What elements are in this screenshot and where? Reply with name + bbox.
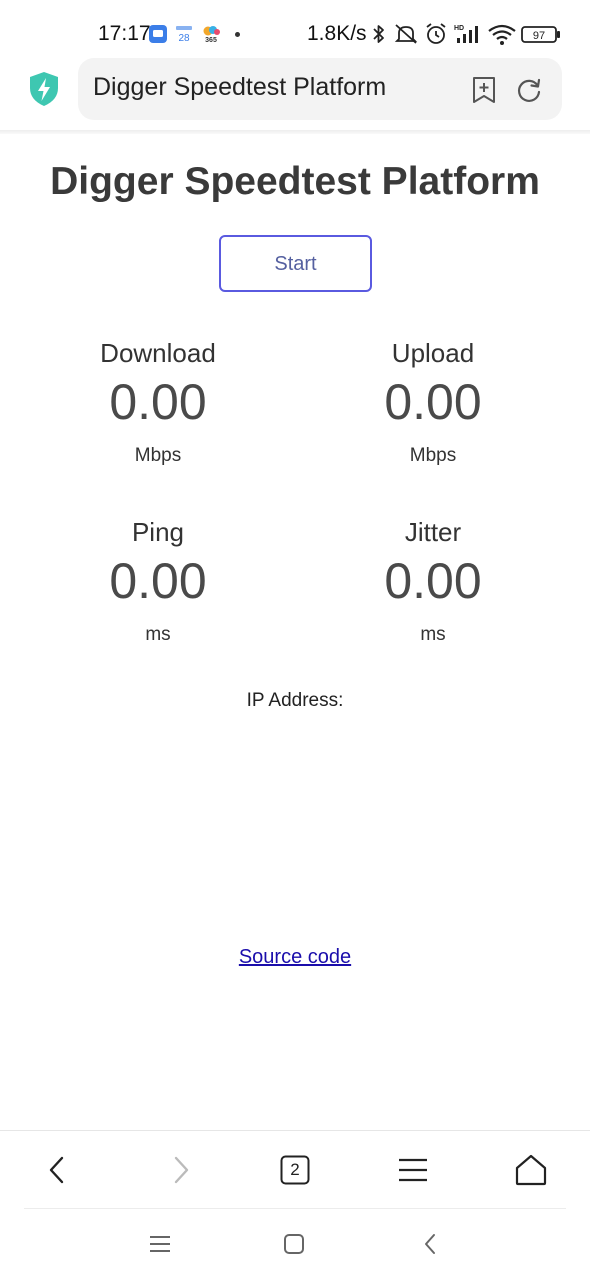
bookmark-add-icon[interactable] [471, 76, 497, 104]
status-time: 17:17 [98, 22, 151, 45]
jitter-value: 0.00 [384, 553, 482, 609]
network-speed: 1.8K/s [307, 22, 367, 45]
shield-bolt-icon[interactable] [28, 71, 60, 107]
system-back-button[interactable] [412, 1228, 448, 1260]
ping-value: 0.00 [109, 553, 207, 609]
menu-button[interactable] [388, 1145, 438, 1195]
browser-window: 17:17 28 365 1.8K/s HD 97 Digger Speedte… [0, 0, 590, 1280]
jitter-unit: ms [420, 624, 446, 645]
jitter-metric: Jitter 0.00 ms [313, 516, 553, 646]
svg-text:HD: HD [454, 25, 464, 32]
jitter-label: Jitter [404, 517, 462, 547]
reload-icon[interactable] [515, 76, 543, 104]
battery-level: 97 [533, 30, 545, 42]
back-button[interactable] [33, 1145, 83, 1195]
signal-icon: HD [454, 25, 478, 43]
ping-label: Ping [131, 517, 185, 547]
tabs-count: 2 [290, 1160, 300, 1179]
weather-icon: 365 [203, 26, 220, 44]
source-code-container: Source code [0, 946, 590, 969]
alarm-icon [426, 23, 446, 44]
upload-value: 0.00 [384, 374, 482, 430]
calendar-icon: 28 [176, 26, 192, 44]
download-metric: Download 0.00 Mbps [38, 337, 278, 467]
download-unit: Mbps [134, 445, 182, 466]
back-icon [49, 1156, 64, 1184]
bluetooth-icon [373, 25, 384, 43]
page-title: Digger Speedtest Platform [50, 160, 540, 203]
system-nav-divider [24, 1208, 566, 1209]
source-code-link[interactable]: Source code [239, 946, 351, 968]
ping-metric: Ping 0.00 ms [38, 516, 278, 646]
header-divider [0, 130, 590, 134]
home-icon [284, 1234, 304, 1254]
back-icon [425, 1234, 435, 1254]
battery-icon: 97 [521, 26, 560, 43]
wifi-icon [488, 24, 516, 45]
forward-icon [174, 1156, 189, 1184]
menu-icon [399, 1158, 427, 1182]
upload-unit: Mbps [409, 445, 457, 466]
recent-apps-icon [150, 1236, 170, 1252]
status-bar: 17:17 28 365 1.8K/s HD 97 [0, 0, 590, 60]
tabs-icon: 2 [280, 1155, 310, 1185]
start-button[interactable]: Start [219, 235, 372, 292]
mute-icon [394, 24, 418, 44]
address-bar: Digger Speedtest Platform [0, 56, 590, 128]
app-badge-text: 365 [205, 37, 217, 44]
ping-unit: ms [145, 624, 171, 645]
notification-dot [235, 32, 240, 37]
url-text[interactable]: Digger Speedtest Platform [93, 73, 386, 102]
ip-address-label: IP Address: [246, 690, 344, 711]
tabs-button[interactable]: 2 [270, 1145, 320, 1195]
calendar-day: 28 [178, 33, 190, 44]
app-notification-icon [149, 25, 167, 43]
upload-metric: Upload 0.00 Mbps [313, 337, 553, 467]
home-icon [515, 1154, 547, 1186]
home-button[interactable] [506, 1145, 556, 1195]
download-value: 0.00 [109, 374, 207, 430]
download-label: Download [100, 338, 216, 368]
toolbar-divider [0, 1130, 590, 1131]
system-home-button[interactable] [276, 1228, 312, 1260]
recent-apps-button[interactable] [142, 1228, 178, 1260]
forward-button[interactable] [155, 1145, 205, 1195]
upload-label: Upload [391, 338, 475, 368]
url-field[interactable]: Digger Speedtest Platform [78, 58, 562, 120]
